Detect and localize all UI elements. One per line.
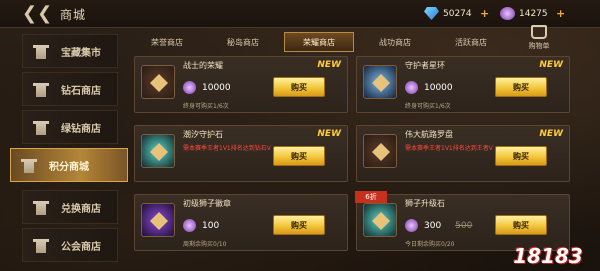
item-price: 100	[183, 219, 219, 232]
item-image	[141, 65, 175, 99]
price-value: 10000	[202, 82, 231, 93]
emblem-icon	[372, 74, 390, 92]
buy-button[interactable]: 购买	[273, 215, 325, 235]
shop-item-card: 伟大航路罗盘 NEW 需本赛季王者1V1排名达到王者V 购买	[356, 125, 570, 182]
shopping-list-icon	[531, 25, 547, 39]
sidebar-item-label: 兑换商店	[61, 203, 101, 215]
item-name: 狮子升级石	[405, 199, 445, 208]
sidebar-item-treasure-market[interactable]: 宝藏集市	[22, 34, 118, 68]
rank-requirement: 需本赛季王者1V1排名达到王者V	[405, 145, 493, 152]
add-token-button[interactable]: +	[556, 7, 565, 20]
item-name: 伟大航路罗盘	[405, 130, 453, 139]
item-image	[363, 203, 397, 237]
store-icon	[33, 201, 49, 215]
gem-icon	[150, 143, 168, 161]
buy-button[interactable]: 购买	[495, 146, 547, 166]
item-image	[363, 134, 397, 168]
store-icon	[33, 121, 49, 135]
sidebar-item-exchange-store[interactable]: 兑换商店	[22, 190, 118, 224]
sidebar-item-diamond-store[interactable]: 钻石商店	[22, 72, 118, 106]
item-name: 战士的荣耀	[183, 61, 223, 70]
sidebar-item-label: 公会商店	[61, 241, 101, 253]
purchase-limit: 终身可购买1/6次	[183, 103, 229, 110]
token-icon	[405, 81, 418, 94]
rank-requirement: 需本赛季王者1V1排名达到钻石V	[183, 145, 271, 152]
item-name: 潮汐守护石	[183, 130, 223, 139]
emblem-icon	[150, 74, 168, 92]
token-icon	[183, 219, 196, 232]
new-badge: NEW	[539, 129, 563, 139]
item-price: 10000	[183, 81, 231, 94]
item-image	[141, 203, 175, 237]
item-price: 300 500	[405, 219, 472, 232]
price-value: 100	[202, 220, 220, 231]
discount-badge: 6折	[355, 191, 387, 203]
price-value: 10000	[424, 82, 453, 93]
sidebar-item-green-diamond-store[interactable]: 绿钻商店	[22, 110, 118, 144]
diamond-amount: 50274	[443, 8, 472, 19]
tab-honor-store[interactable]: 荣誉商店	[132, 32, 202, 52]
sidebar-item-label: 宝藏集市	[61, 47, 101, 59]
shopping-list-label: 购物单	[528, 42, 550, 50]
shop-item-card: 初级狮子徽章 100 周剩余购买0/10 购买	[134, 194, 348, 251]
buy-button[interactable]: 购买	[495, 77, 547, 97]
back-arrow-icon[interactable]: ❮❮	[22, 5, 52, 23]
token-icon	[500, 7, 515, 20]
top-bar: ❮❮ 商城 50274 + 14275 +	[0, 0, 600, 28]
purchase-limit: 终身可购买1/6次	[405, 103, 451, 110]
shop-item-card: 潮汐守护石 NEW 需本赛季王者1V1排名达到钻石V 购买	[134, 125, 348, 182]
compass-icon	[372, 143, 390, 161]
item-name: 初级狮子徽章	[183, 199, 231, 208]
shop-item-card: 战士的荣耀 NEW 10000 终身可购买1/6次 购买	[134, 56, 348, 113]
token-icon	[405, 219, 418, 232]
token-amount: 14275	[519, 8, 548, 19]
item-name: 守护者星环	[405, 61, 445, 70]
item-image	[363, 65, 397, 99]
currency-token: 14275 +	[500, 6, 565, 21]
tab-secret-island-store[interactable]: 秘岛商店	[208, 32, 278, 52]
site-watermark: 18183	[513, 244, 583, 268]
add-diamond-button[interactable]: +	[480, 7, 489, 20]
sidebar-item-label: 积分商城	[49, 161, 89, 173]
buy-button[interactable]: 购买	[273, 146, 325, 166]
sidebar-item-label: 绿钻商店	[61, 123, 101, 135]
store-icon	[33, 239, 49, 253]
original-price: 500	[455, 220, 473, 231]
upgrade-stone-icon	[372, 212, 390, 230]
item-price: 10000	[405, 81, 453, 94]
sidebar-item-label: 钻石商店	[61, 85, 101, 97]
sidebar: 宝藏集市 钻石商店 绿钻商店 积分商城 兑换商店 公会商店	[0, 28, 128, 271]
shop-item-card: 守护者星环 NEW 10000 终身可购买1/6次 购买	[356, 56, 570, 113]
new-badge: NEW	[317, 129, 341, 139]
diamond-icon	[424, 7, 439, 20]
new-badge: NEW	[539, 60, 563, 70]
token-icon	[183, 81, 196, 94]
price-value: 300	[424, 220, 442, 231]
tab-glory-store[interactable]: 荣耀商店	[284, 32, 354, 52]
store-icon	[33, 45, 49, 59]
purchase-limit: 周剩余购买0/10	[183, 241, 227, 248]
store-icon	[21, 159, 37, 173]
page-title: 商城	[60, 8, 87, 22]
tab-activity-store[interactable]: 活跃商店	[436, 32, 506, 52]
item-image	[141, 134, 175, 168]
lion-badge-icon	[150, 212, 168, 230]
buy-button[interactable]: 购买	[273, 77, 325, 97]
tab-merit-store[interactable]: 战功商店	[360, 32, 430, 52]
sidebar-item-points-mall[interactable]: 积分商城	[10, 148, 128, 182]
store-icon	[33, 83, 49, 97]
new-badge: NEW	[317, 60, 341, 70]
purchase-limit: 今日剩余购买0/20	[405, 241, 455, 248]
sidebar-item-guild-store[interactable]: 公会商店	[22, 228, 118, 262]
currency-diamond: 50274 +	[424, 6, 489, 21]
shopping-list-button[interactable]: 购物单	[522, 25, 556, 53]
